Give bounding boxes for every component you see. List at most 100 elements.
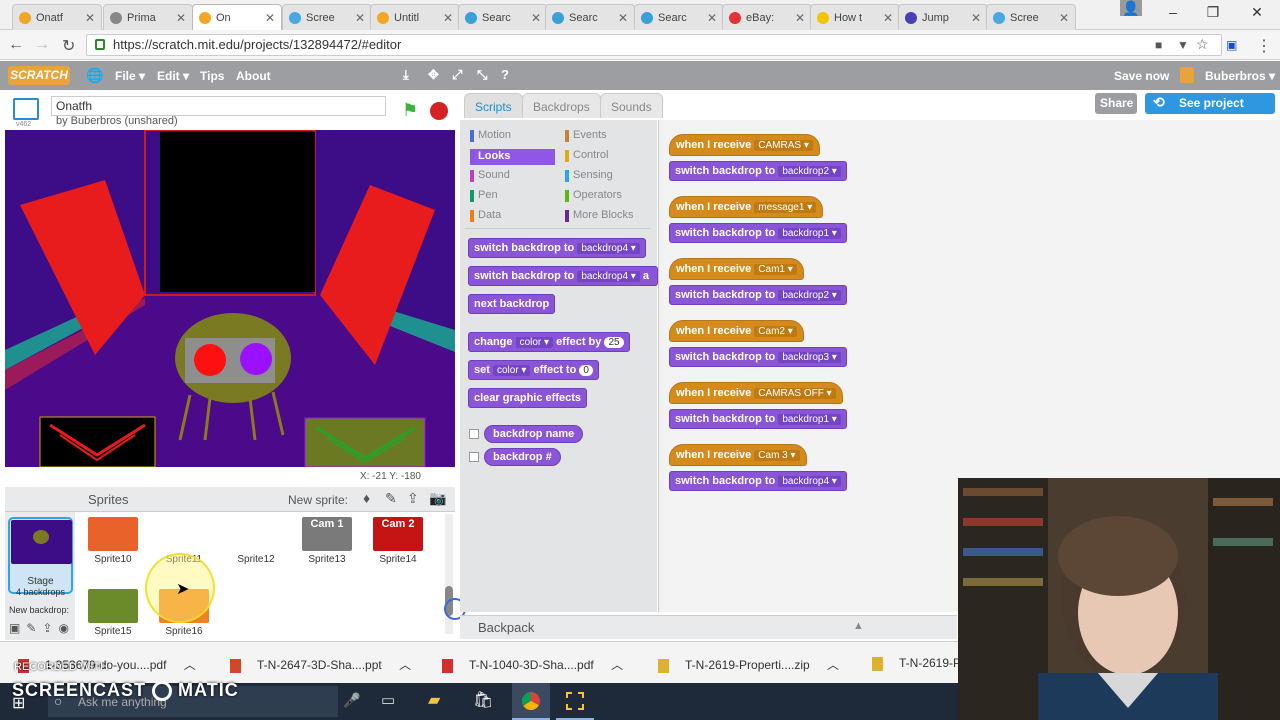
message-dropdown[interactable]: Cam 3 ▾ (754, 450, 800, 461)
category-data[interactable]: Data (470, 209, 501, 222)
switch-backdrop-block[interactable]: switch backdrop to backdrop1 ▾ (669, 409, 847, 429)
microphone-icon[interactable]: 🎤 (343, 692, 360, 709)
file-explorer-icon[interactable]: ▰ (428, 690, 440, 710)
download-item[interactable]: T-N-2647-3D-Sha....ppt ︿ (230, 656, 411, 673)
category-control[interactable]: Control (565, 149, 608, 162)
switch-backdrop-block[interactable]: switch backdrop to backdrop2 ▾ (669, 161, 847, 181)
download-item[interactable]: T-N-2619-P (872, 656, 961, 671)
bookmark-star-icon[interactable]: ☆ (1196, 36, 1209, 53)
download-options-chevron-icon[interactable]: ︿ (608, 658, 623, 672)
message-dropdown[interactable]: message1 ▾ (754, 202, 817, 213)
upload-sprite-icon[interactable]: ⇪ (407, 490, 419, 507)
backpack-expand-icon[interactable]: ▲ (853, 620, 864, 632)
store-icon[interactable]: 🛍 (473, 690, 493, 710)
block-next-backdrop[interactable]: next backdrop (468, 294, 556, 314)
paint-backdrop-icon[interactable]: ✎ (26, 621, 42, 635)
message-dropdown[interactable]: Cam1 ▾ (754, 264, 797, 275)
download-item[interactable]: T-N-2619-Properti....zip ︿ (658, 656, 839, 673)
scratch-logo[interactable]: SCRATCH (8, 66, 70, 85)
backdrop-dropdown[interactable]: backdrop2 ▾ (778, 166, 841, 177)
browser-tab[interactable]: Prima ✕ (103, 4, 193, 30)
category-sound[interactable]: Sound (470, 169, 510, 182)
minimize-button[interactable]: – (1160, 4, 1186, 22)
block-switch-backdrop[interactable]: switch backdrop to backdrop4 ▾ (468, 238, 646, 258)
browser-tab[interactable]: Searc ✕ (458, 4, 548, 30)
category-sensing[interactable]: Sensing (565, 169, 613, 182)
camera-blocked-icon[interactable]: ■ (1155, 38, 1162, 52)
about-menu[interactable]: About (236, 69, 271, 83)
close-tab-icon[interactable]: ✕ (531, 11, 541, 25)
browser-tab[interactable]: How t ✕ (810, 4, 900, 30)
close-tab-icon[interactable]: ✕ (618, 11, 628, 25)
category-events[interactable]: Events (565, 129, 607, 142)
url-input[interactable]: https://scratch.mit.edu/projects/1328944… (86, 34, 1222, 56)
backdrop-number-checkbox[interactable] (469, 452, 479, 462)
choose-sprite-icon[interactable]: ♦ (363, 490, 370, 506)
close-tab-icon[interactable]: ✕ (1059, 11, 1069, 25)
close-tab-icon[interactable]: ✕ (443, 11, 453, 25)
block-set-effect[interactable]: set color ▾ effect to 0 (468, 360, 599, 380)
browser-tab[interactable]: Untitl ✕ (370, 4, 460, 30)
paint-sprite-icon[interactable]: ✎ (385, 490, 397, 507)
backdrop-name-checkbox[interactable] (469, 429, 479, 439)
category-pen[interactable]: Pen (470, 189, 498, 202)
browser-tab[interactable]: Scree ✕ (986, 4, 1076, 30)
cut-tool-icon[interactable]: ✥ (428, 67, 439, 83)
close-tab-icon[interactable]: ✕ (355, 11, 365, 25)
reporter-backdrop-number[interactable]: backdrop # (484, 448, 561, 466)
category-more-blocks[interactable]: More Blocks (565, 209, 634, 222)
close-window-button[interactable]: ✕ (1244, 4, 1270, 22)
browser-tab[interactable]: Searc ✕ (634, 4, 724, 30)
choose-backdrop-icon[interactable]: ▣ (9, 621, 26, 635)
browser-tab[interactable]: Searc ✕ (545, 4, 635, 30)
switch-backdrop-block[interactable]: switch backdrop to backdrop2 ▾ (669, 285, 847, 305)
grow-tool-icon[interactable]: ⤢ (452, 67, 462, 83)
category-motion[interactable]: Motion (470, 129, 511, 142)
edit-menu[interactable]: Edit ▾ (157, 69, 189, 83)
category-operators[interactable]: Operators (565, 189, 622, 202)
backdrop-dropdown[interactable]: backdrop3 ▾ (778, 352, 841, 363)
close-tab-icon[interactable]: ✕ (85, 11, 95, 25)
effect-dropdown[interactable]: color ▾ (492, 365, 531, 376)
message-dropdown[interactable]: CAMRAS ▾ (754, 140, 813, 151)
when-i-receive-hat-block[interactable]: when I receive CAMRAS OFF ▾ (669, 382, 843, 404)
block-change-effect[interactable]: change color ▾ effect by 25 (468, 332, 630, 352)
when-i-receive-hat-block[interactable]: when I receive Cam2 ▾ (669, 320, 804, 342)
task-view-icon[interactable]: ▭ (381, 691, 395, 709)
shrink-tool-icon[interactable]: ⤡ (477, 67, 487, 83)
tab-backdrops[interactable]: Backdrops (522, 93, 601, 118)
message-dropdown[interactable]: Cam2 ▾ (754, 326, 797, 337)
camera-sprite-icon[interactable]: 📷 (429, 490, 446, 507)
switch-backdrop-block[interactable]: switch backdrop to backdrop3 ▾ (669, 347, 847, 367)
close-tab-icon[interactable]: ✕ (795, 11, 805, 25)
close-tab-icon[interactable]: ✕ (883, 11, 893, 25)
sprite-thumbnail[interactable]: Sprite15 (81, 589, 145, 643)
tips-menu[interactable]: Tips (200, 69, 224, 83)
block-switch-backdrop-and-wait[interactable]: switch backdrop to backdrop4 ▾ a (468, 266, 658, 286)
when-i-receive-hat-block[interactable]: when I receive CAMRAS ▾ (669, 134, 820, 156)
language-globe-icon[interactable]: 🌐 (86, 67, 103, 84)
browser-tab[interactable]: On ✕ (192, 4, 282, 30)
message-dropdown[interactable]: CAMRAS OFF ▾ (754, 388, 836, 399)
when-i-receive-hat-block[interactable]: when I receive Cam1 ▾ (669, 258, 804, 280)
stop-sign-icon[interactable] (430, 102, 448, 120)
backdrop-dropdown[interactable]: backdrop1 ▾ (778, 228, 841, 239)
project-title-input[interactable]: Onatfh (51, 96, 386, 116)
sprite-thumbnail[interactable]: Sprite10 (81, 517, 145, 571)
sprite-thumbnail[interactable]: Cam 2 Sprite14 (366, 517, 430, 571)
when-i-receive-hat-block[interactable]: when I receive Cam 3 ▾ (669, 444, 807, 466)
backdrop-dropdown[interactable]: backdrop1 ▾ (778, 414, 841, 425)
when-i-receive-hat-block[interactable]: when I receive message1 ▾ (669, 196, 824, 218)
browser-tab[interactable]: Scree ✕ (282, 4, 372, 30)
green-flag-icon[interactable]: ⚑ (402, 100, 418, 121)
effect-value-input[interactable]: 0 (579, 365, 593, 376)
upload-backdrop-icon[interactable]: ⇪ (42, 621, 58, 635)
close-tab-icon[interactable]: ✕ (707, 11, 717, 25)
backdrop-dropdown[interactable]: backdrop4 ▾ (577, 243, 640, 254)
browser-tab[interactable]: eBay: ✕ (722, 4, 812, 30)
chrome-taskbar-button[interactable] (512, 683, 550, 720)
sprite-thumbnail[interactable]: Cam 1 Sprite13 (295, 517, 359, 571)
sprite-thumbnail[interactable]: Sprite12 (224, 517, 288, 571)
effect-amount-input[interactable]: 25 (604, 337, 624, 348)
block-clear-graphic-effects[interactable]: clear graphic effects (468, 388, 587, 408)
